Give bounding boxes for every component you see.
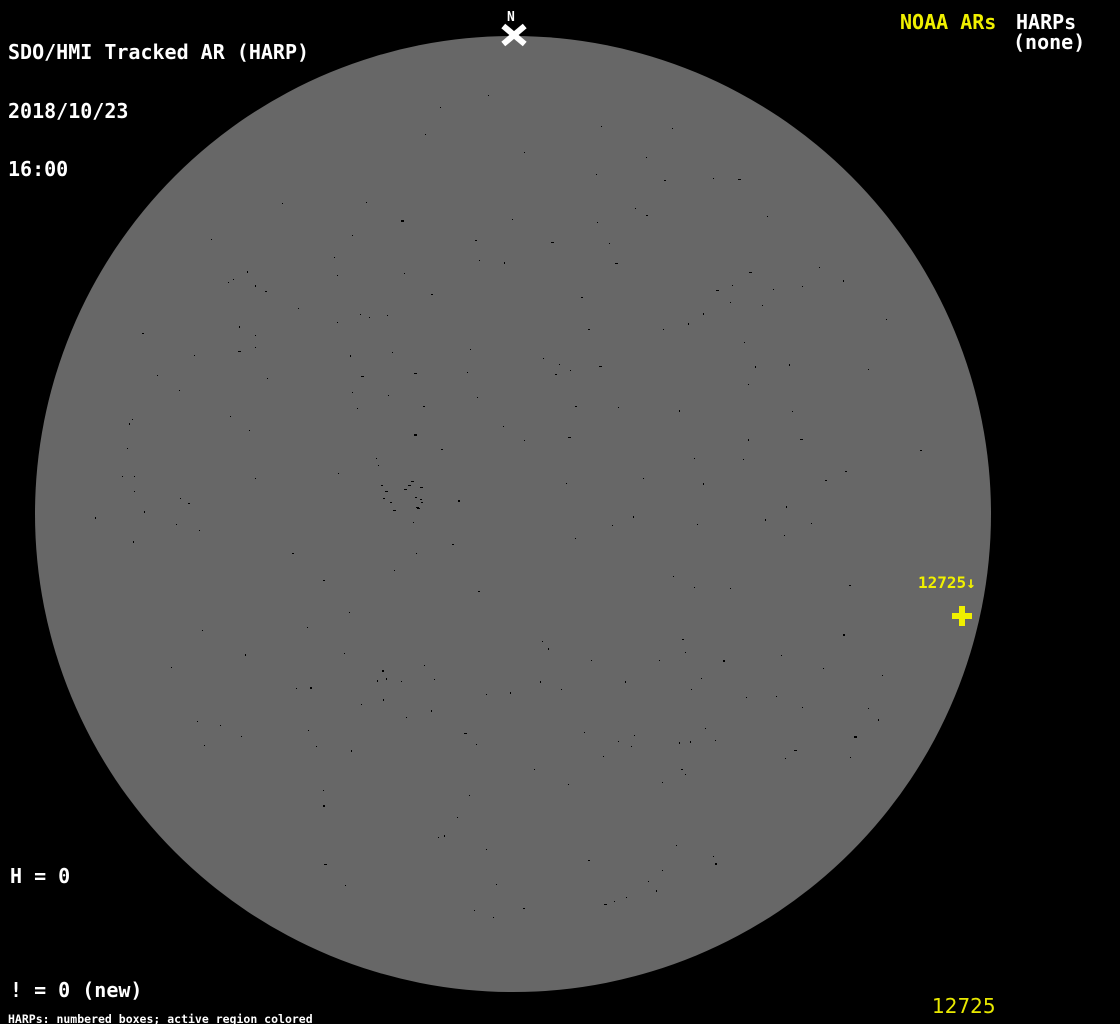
legend-spacer (10, 924, 239, 943)
ar-12725-cross-icon (952, 606, 972, 626)
title-block: SDO/HMI Tracked AR (HARP) 2018/10/23 16:… (8, 4, 309, 219)
observation-time: 16:00 (8, 160, 309, 180)
north-cross-icon (503, 25, 525, 45)
page-title: SDO/HMI Tracked AR (HARP) (8, 43, 309, 63)
solar-map-canvas: SDO/HMI Tracked AR (HARP) 2018/10/23 16:… (0, 0, 1120, 1024)
ar-12725-label: 12725↓ (918, 575, 976, 591)
harps-none-value: (none) (1013, 30, 1085, 54)
footnote-harps: HARPs: numbered boxes; active region col… (8, 1014, 410, 1024)
noaa-ars-column-label: NOAA ARs (900, 10, 996, 34)
footnotes: HARPs: numbered boxes; active region col… (8, 991, 410, 1024)
north-label: N (507, 10, 515, 25)
observation-date: 2018/10/23 (8, 102, 309, 122)
footer-ar-number: 12725 (932, 994, 996, 1018)
legend-h-count: H = 0 (10, 867, 239, 886)
